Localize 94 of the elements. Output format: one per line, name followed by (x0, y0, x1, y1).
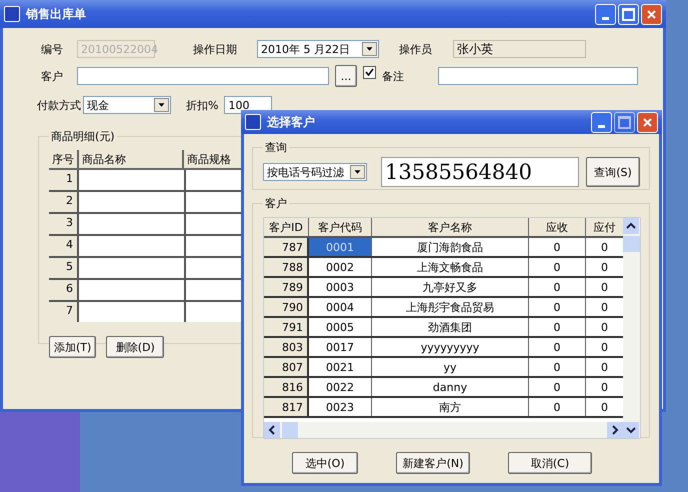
row-number: 1 (49, 170, 79, 190)
row-header-cell: 787 (264, 238, 309, 256)
scroll-up-icon[interactable] (623, 218, 639, 234)
row-header-cell: 789 (264, 278, 309, 296)
table-cell[interactable]: 0005 (309, 318, 372, 336)
scrollbar-thumb[interactable] (623, 236, 640, 252)
group-title: 查询 (264, 140, 288, 155)
table-cell[interactable]: 0004 (309, 298, 372, 316)
filter-dropdown[interactable]: 按电话号码过滤 (263, 163, 367, 181)
table-cell: 上海文畅食品 (372, 258, 529, 276)
group-title: 商品明细(元) (50, 129, 116, 144)
scroll-left-icon[interactable] (264, 422, 280, 438)
row-header-cell: 790 (264, 298, 309, 316)
scroll-right-icon[interactable] (607, 422, 623, 438)
field-label: 操作日期 (193, 42, 238, 56)
maximize-button[interactable] (614, 112, 635, 132)
table-cell: yyyyyyyyy (372, 338, 529, 356)
table-cell: 0 (529, 258, 586, 276)
column-header: 客户ID (264, 218, 309, 236)
table-cell[interactable]: 0003 (309, 278, 372, 296)
field-label: 客户 (40, 68, 64, 84)
remark-field[interactable] (438, 67, 638, 85)
horizontal-scrollbar[interactable] (264, 422, 623, 438)
table-cell[interactable]: 0023 (309, 398, 372, 416)
window-title: 销售出库单 (26, 6, 87, 22)
search-field[interactable]: 13585564840 (381, 157, 579, 187)
customer-field[interactable] (77, 67, 329, 85)
row-header-cell: 816 (264, 378, 309, 396)
dialog-button[interactable]: 新建客户(N) (396, 452, 470, 474)
column-header: 应收 (529, 218, 586, 236)
row-number: 2 (49, 192, 79, 212)
minimize-button[interactable] (595, 4, 616, 24)
column-header: 客户代码 (309, 218, 372, 236)
close-button[interactable] (637, 112, 658, 132)
field-label: 付款方式 (36, 98, 81, 112)
row-number: 6 (49, 280, 79, 300)
table-cell: 0 (529, 278, 586, 296)
dialog-button[interactable]: 选中(O) (292, 452, 358, 474)
row-number: 4 (49, 236, 79, 256)
table-cell: 0 (529, 238, 586, 256)
checkbox[interactable] (363, 66, 376, 78)
table-cell: 0 (529, 318, 586, 336)
table-cell: 厦门海韵食品 (372, 238, 529, 256)
app-icon (245, 114, 261, 130)
field-label: 编号 (40, 42, 64, 56)
table-cell: danny (372, 378, 529, 396)
table-cell: 南方 (372, 398, 529, 416)
date-picker[interactable]: 2010年 5 月22日 (257, 40, 379, 58)
row-header-cell: 788 (264, 258, 309, 276)
column-header: 序号 (49, 150, 79, 168)
row-header-cell: 791 (264, 318, 309, 336)
dialog-button[interactable]: 取消(C) (508, 452, 592, 474)
table-cell: 0 (529, 338, 586, 356)
maximize-button[interactable] (618, 4, 639, 24)
operator-field: 张小英 (453, 40, 586, 58)
row-number: 7 (49, 302, 79, 322)
close-icon (647, 10, 656, 18)
table-cell[interactable]: 0022 (309, 378, 372, 396)
field-label: 操作员 (399, 42, 433, 56)
table-cell[interactable]: 0017 (309, 338, 372, 356)
field-label: 备注 (382, 68, 405, 84)
table-cell: 0 (529, 298, 586, 316)
row-header-cell: 817 (264, 398, 309, 416)
table-cell: 九亭好又多 (372, 278, 529, 296)
table-cell: 上海彤宇食品贸易 (372, 298, 529, 316)
column-header: 商品名称 (79, 150, 184, 168)
minimize-button[interactable] (591, 112, 612, 132)
app-icon (4, 6, 20, 22)
vertical-scrollbar[interactable] (623, 218, 640, 438)
window-title: 选择客户 (267, 114, 316, 130)
table-cell: 劲酒集团 (372, 318, 529, 336)
search-button[interactable]: 查询(S) (586, 157, 640, 187)
scrollbar-thumb[interactable] (282, 422, 298, 438)
field-label: 折扣% (186, 98, 218, 112)
table-cell: 0 (529, 398, 586, 416)
row-header-cell: 803 (264, 338, 309, 356)
row-number: 5 (49, 258, 79, 278)
payment-dropdown[interactable]: 现金 (83, 96, 171, 114)
group-title: 客户 (264, 196, 288, 211)
scroll-down-icon[interactable] (623, 422, 639, 438)
browse-button[interactable]: ... (335, 65, 357, 87)
action-button[interactable]: 添加(T) (49, 336, 96, 358)
close-icon (643, 118, 652, 126)
row-header-cell: 807 (264, 358, 309, 376)
row-number: 3 (49, 214, 79, 234)
table-cell: yy (372, 358, 529, 376)
table-cell[interactable]: 0021 (309, 358, 372, 376)
table-cell: 0 (529, 358, 586, 376)
table-cell[interactable]: 0002 (309, 258, 372, 276)
action-button[interactable]: 删除(D) (106, 336, 164, 358)
column-header: 客户名称 (372, 218, 529, 236)
table-cell[interactable]: 0001 (309, 238, 372, 256)
close-button[interactable] (641, 4, 662, 24)
table-cell: 0 (529, 378, 586, 396)
